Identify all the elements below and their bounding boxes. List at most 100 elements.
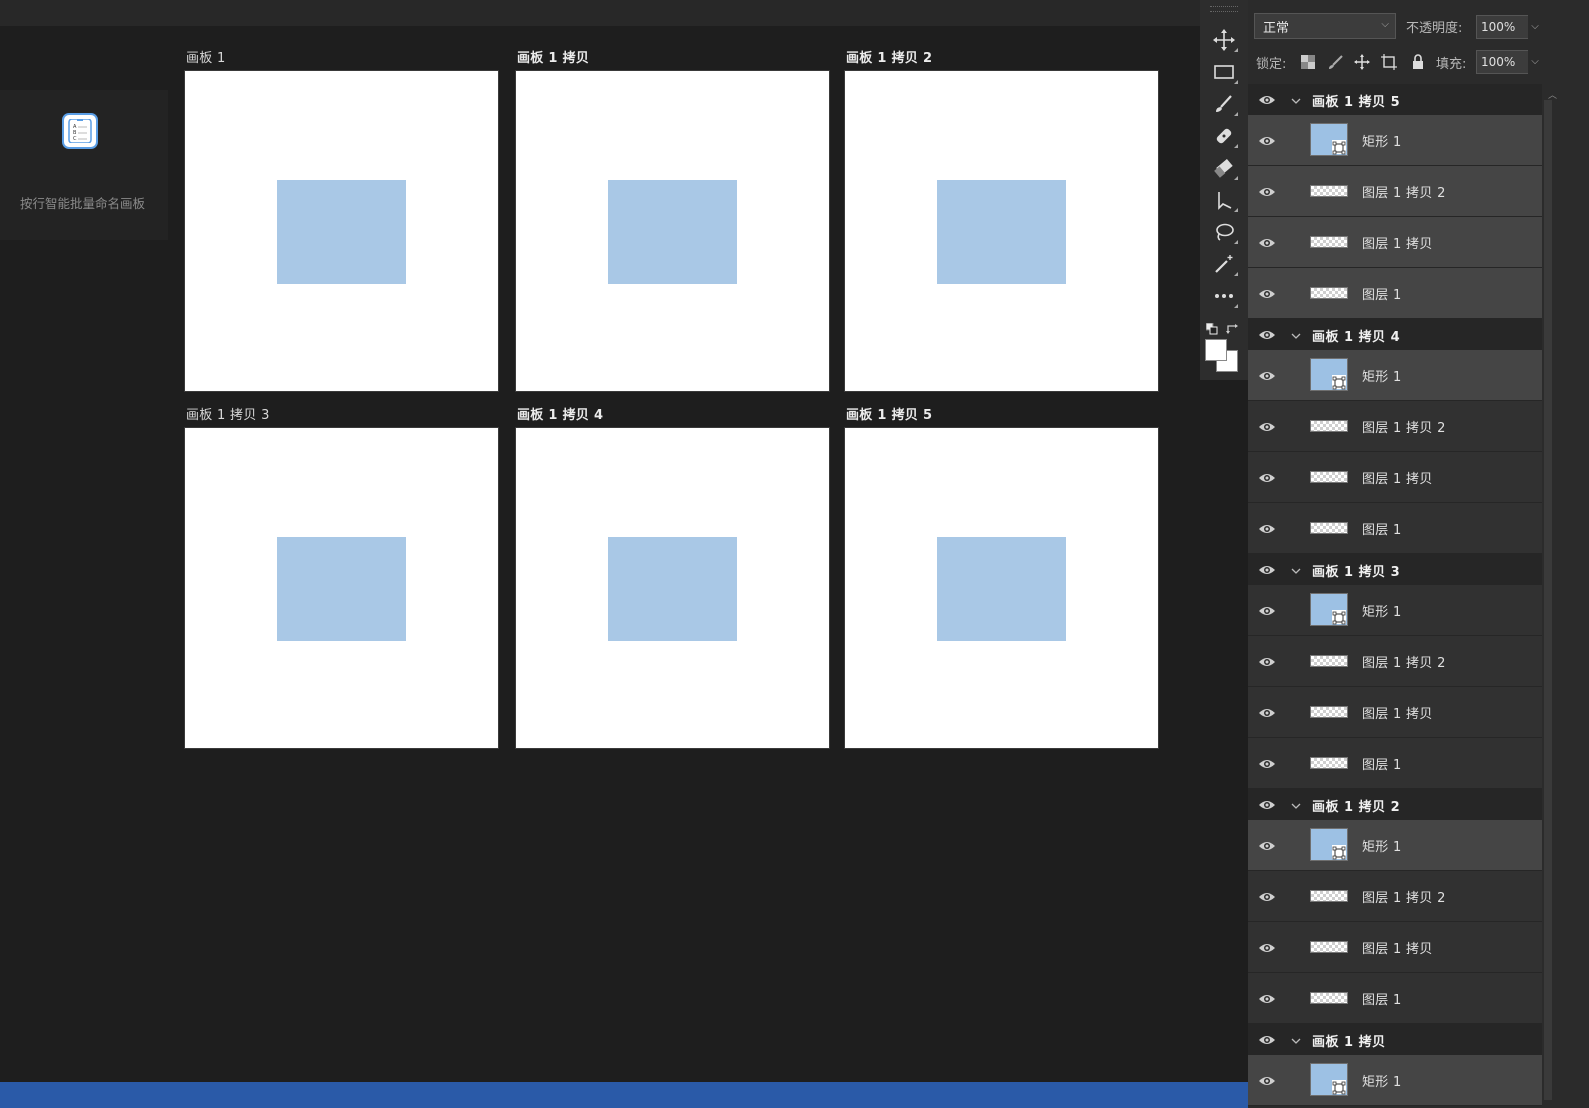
visibility-eye-icon[interactable] — [1258, 327, 1276, 341]
layer-row[interactable]: 图层 1 拷贝 2 — [1248, 636, 1542, 687]
artboard-label[interactable]: 画板 1 拷贝 5 — [846, 404, 932, 423]
artboard[interactable] — [184, 427, 499, 749]
artboard-rectangle-shape[interactable] — [277, 537, 406, 641]
visibility-eye-icon[interactable] — [1258, 1073, 1276, 1087]
artboard-rectangle-shape[interactable] — [277, 180, 406, 284]
eraser-icon[interactable] — [1208, 154, 1240, 182]
lock-artboard-icon[interactable] — [1379, 52, 1399, 72]
artboard-label[interactable]: 画板 1 拷贝 3 — [186, 404, 270, 423]
artboard-rectangle-shape[interactable] — [608, 537, 737, 641]
list-rename-icon[interactable]: A B C — [62, 113, 98, 149]
layer-group-row[interactable]: 画板 1 拷贝 4 — [1248, 319, 1542, 350]
move-tool-icon[interactable] — [1208, 26, 1240, 54]
layer-row[interactable]: 图层 1 拷贝 2 — [1248, 166, 1542, 217]
chevron-down-icon[interactable] — [1290, 327, 1302, 339]
lock-transparent-pixels-icon[interactable] — [1298, 52, 1318, 72]
artboard[interactable] — [515, 70, 830, 392]
chevron-down-icon[interactable] — [1290, 562, 1302, 574]
visibility-eye-icon[interactable] — [1258, 562, 1276, 576]
foreground-color-swatch[interactable] — [1205, 339, 1227, 361]
artboard-label[interactable]: 画板 1 拷贝 4 — [517, 404, 603, 423]
visibility-eye-icon[interactable] — [1258, 797, 1276, 811]
artboard[interactable] — [844, 427, 1159, 749]
layer-row[interactable]: 图层 1 拷贝 — [1248, 452, 1542, 503]
visibility-eye-icon[interactable] — [1258, 419, 1276, 433]
layer-row[interactable]: 图层 1 拷贝 2 — [1248, 871, 1542, 922]
visibility-eye-icon[interactable] — [1258, 470, 1276, 484]
artboard-label[interactable]: 画板 1 拷贝 — [517, 47, 589, 66]
layer-group-row[interactable]: 画板 1 拷贝 3 — [1248, 554, 1542, 585]
visibility-eye-icon[interactable] — [1258, 133, 1276, 147]
visibility-eye-icon[interactable] — [1258, 92, 1276, 106]
visibility-eye-icon[interactable] — [1258, 838, 1276, 852]
layer-row[interactable]: 图层 1 — [1248, 738, 1542, 789]
lasso-icon[interactable] — [1208, 218, 1240, 246]
visibility-eye-icon[interactable] — [1258, 603, 1276, 617]
swap-colors-icon[interactable] — [1226, 320, 1238, 334]
layer-group-row[interactable]: 画板 1 拷贝 2 — [1248, 789, 1542, 820]
scroll-up-icon[interactable]: ︿ — [1548, 88, 1557, 101]
chevron-down-icon[interactable] — [1290, 797, 1302, 809]
visibility-eye-icon[interactable] — [1258, 940, 1276, 954]
layer-group-row[interactable]: 画板 1 拷贝 5 — [1248, 84, 1542, 115]
layer-row[interactable]: 图层 1 拷贝 — [1248, 922, 1542, 973]
opacity-dropdown-icon[interactable]: ⌵ — [1526, 15, 1544, 39]
layer-row[interactable]: 矩形 1 — [1248, 350, 1542, 401]
layer-row[interactable]: 矩形 1 — [1248, 1055, 1542, 1106]
artboard-rectangle-shape[interactable] — [608, 180, 737, 284]
artboard[interactable] — [184, 70, 499, 392]
lock-image-pixels-icon[interactable] — [1326, 52, 1346, 72]
chevron-down-icon[interactable] — [1290, 1032, 1302, 1044]
artboard-label[interactable]: 画板 1 拷贝 2 — [846, 47, 932, 66]
magic-wand-icon[interactable] — [1208, 250, 1240, 278]
toolbar-grip[interactable] — [1210, 6, 1238, 12]
visibility-eye-icon[interactable] — [1258, 654, 1276, 668]
layer-row[interactable]: 图层 1 — [1248, 268, 1542, 319]
visibility-eye-icon[interactable] — [1258, 991, 1276, 1005]
healing-brush-icon[interactable] — [1208, 122, 1240, 150]
blend-mode-select[interactable]: 正常 ⌵ — [1254, 13, 1396, 39]
artboard[interactable] — [844, 70, 1159, 392]
opacity-field[interactable]: 100% — [1476, 15, 1528, 39]
layer-row[interactable]: 图层 1 — [1248, 973, 1542, 1024]
visibility-eye-icon[interactable] — [1258, 756, 1276, 770]
fill-field[interactable]: 100% — [1476, 50, 1528, 74]
layer-group-row[interactable]: 画板 1 拷贝 — [1248, 1024, 1542, 1055]
layer-row[interactable]: 图层 1 拷贝 — [1248, 217, 1542, 268]
visibility-eye-icon[interactable] — [1258, 235, 1276, 249]
brush-icon[interactable] — [1208, 90, 1240, 118]
visibility-eye-icon[interactable] — [1258, 368, 1276, 382]
layer-row[interactable]: 矩形 1 — [1248, 115, 1542, 166]
artboard-rectangle-shape[interactable] — [937, 537, 1066, 641]
scrollbar-thumb[interactable] — [1544, 100, 1552, 1100]
visibility-eye-icon[interactable] — [1258, 705, 1276, 719]
lock-position-icon[interactable] — [1352, 52, 1372, 72]
path-selection-icon[interactable] — [1208, 186, 1240, 214]
layer-name: 图层 1 — [1362, 993, 1402, 1008]
layer-name: 矩形 1 — [1362, 1075, 1402, 1090]
visibility-eye-icon[interactable] — [1258, 286, 1276, 300]
layer-row[interactable]: 矩形 1 — [1248, 585, 1542, 636]
visibility-eye-icon[interactable] — [1258, 889, 1276, 903]
layer-group-name: 画板 1 拷贝 2 — [1312, 800, 1401, 815]
rectangle-marquee-icon[interactable] — [1208, 58, 1240, 86]
fill-dropdown-icon[interactable]: ⌵ — [1526, 50, 1544, 74]
layer-row[interactable]: 矩形 1 — [1248, 820, 1542, 871]
lock-all-icon[interactable] — [1408, 52, 1428, 72]
artboard-rectangle-shape[interactable] — [937, 180, 1066, 284]
svg-text:C: C — [73, 136, 77, 142]
layer-row[interactable]: 图层 1 — [1248, 503, 1542, 554]
visibility-eye-icon[interactable] — [1258, 1032, 1276, 1046]
chevron-down-icon: ⌵ — [1381, 19, 1389, 30]
pixel-layer-thumbnail — [1310, 941, 1348, 953]
layer-row[interactable]: 图层 1 拷贝 2 — [1248, 401, 1542, 452]
artboard-label[interactable]: 画板 1 — [186, 47, 226, 66]
artboard[interactable] — [515, 427, 830, 749]
visibility-eye-icon[interactable] — [1258, 521, 1276, 535]
layer-row[interactable]: 图层 1 拷贝 — [1248, 687, 1542, 738]
shape-badge-icon — [1332, 845, 1346, 860]
default-colors-icon[interactable] — [1205, 320, 1218, 335]
chevron-down-icon[interactable] — [1290, 92, 1302, 104]
visibility-eye-icon[interactable] — [1258, 184, 1276, 198]
more-tools-icon[interactable] — [1208, 282, 1240, 310]
